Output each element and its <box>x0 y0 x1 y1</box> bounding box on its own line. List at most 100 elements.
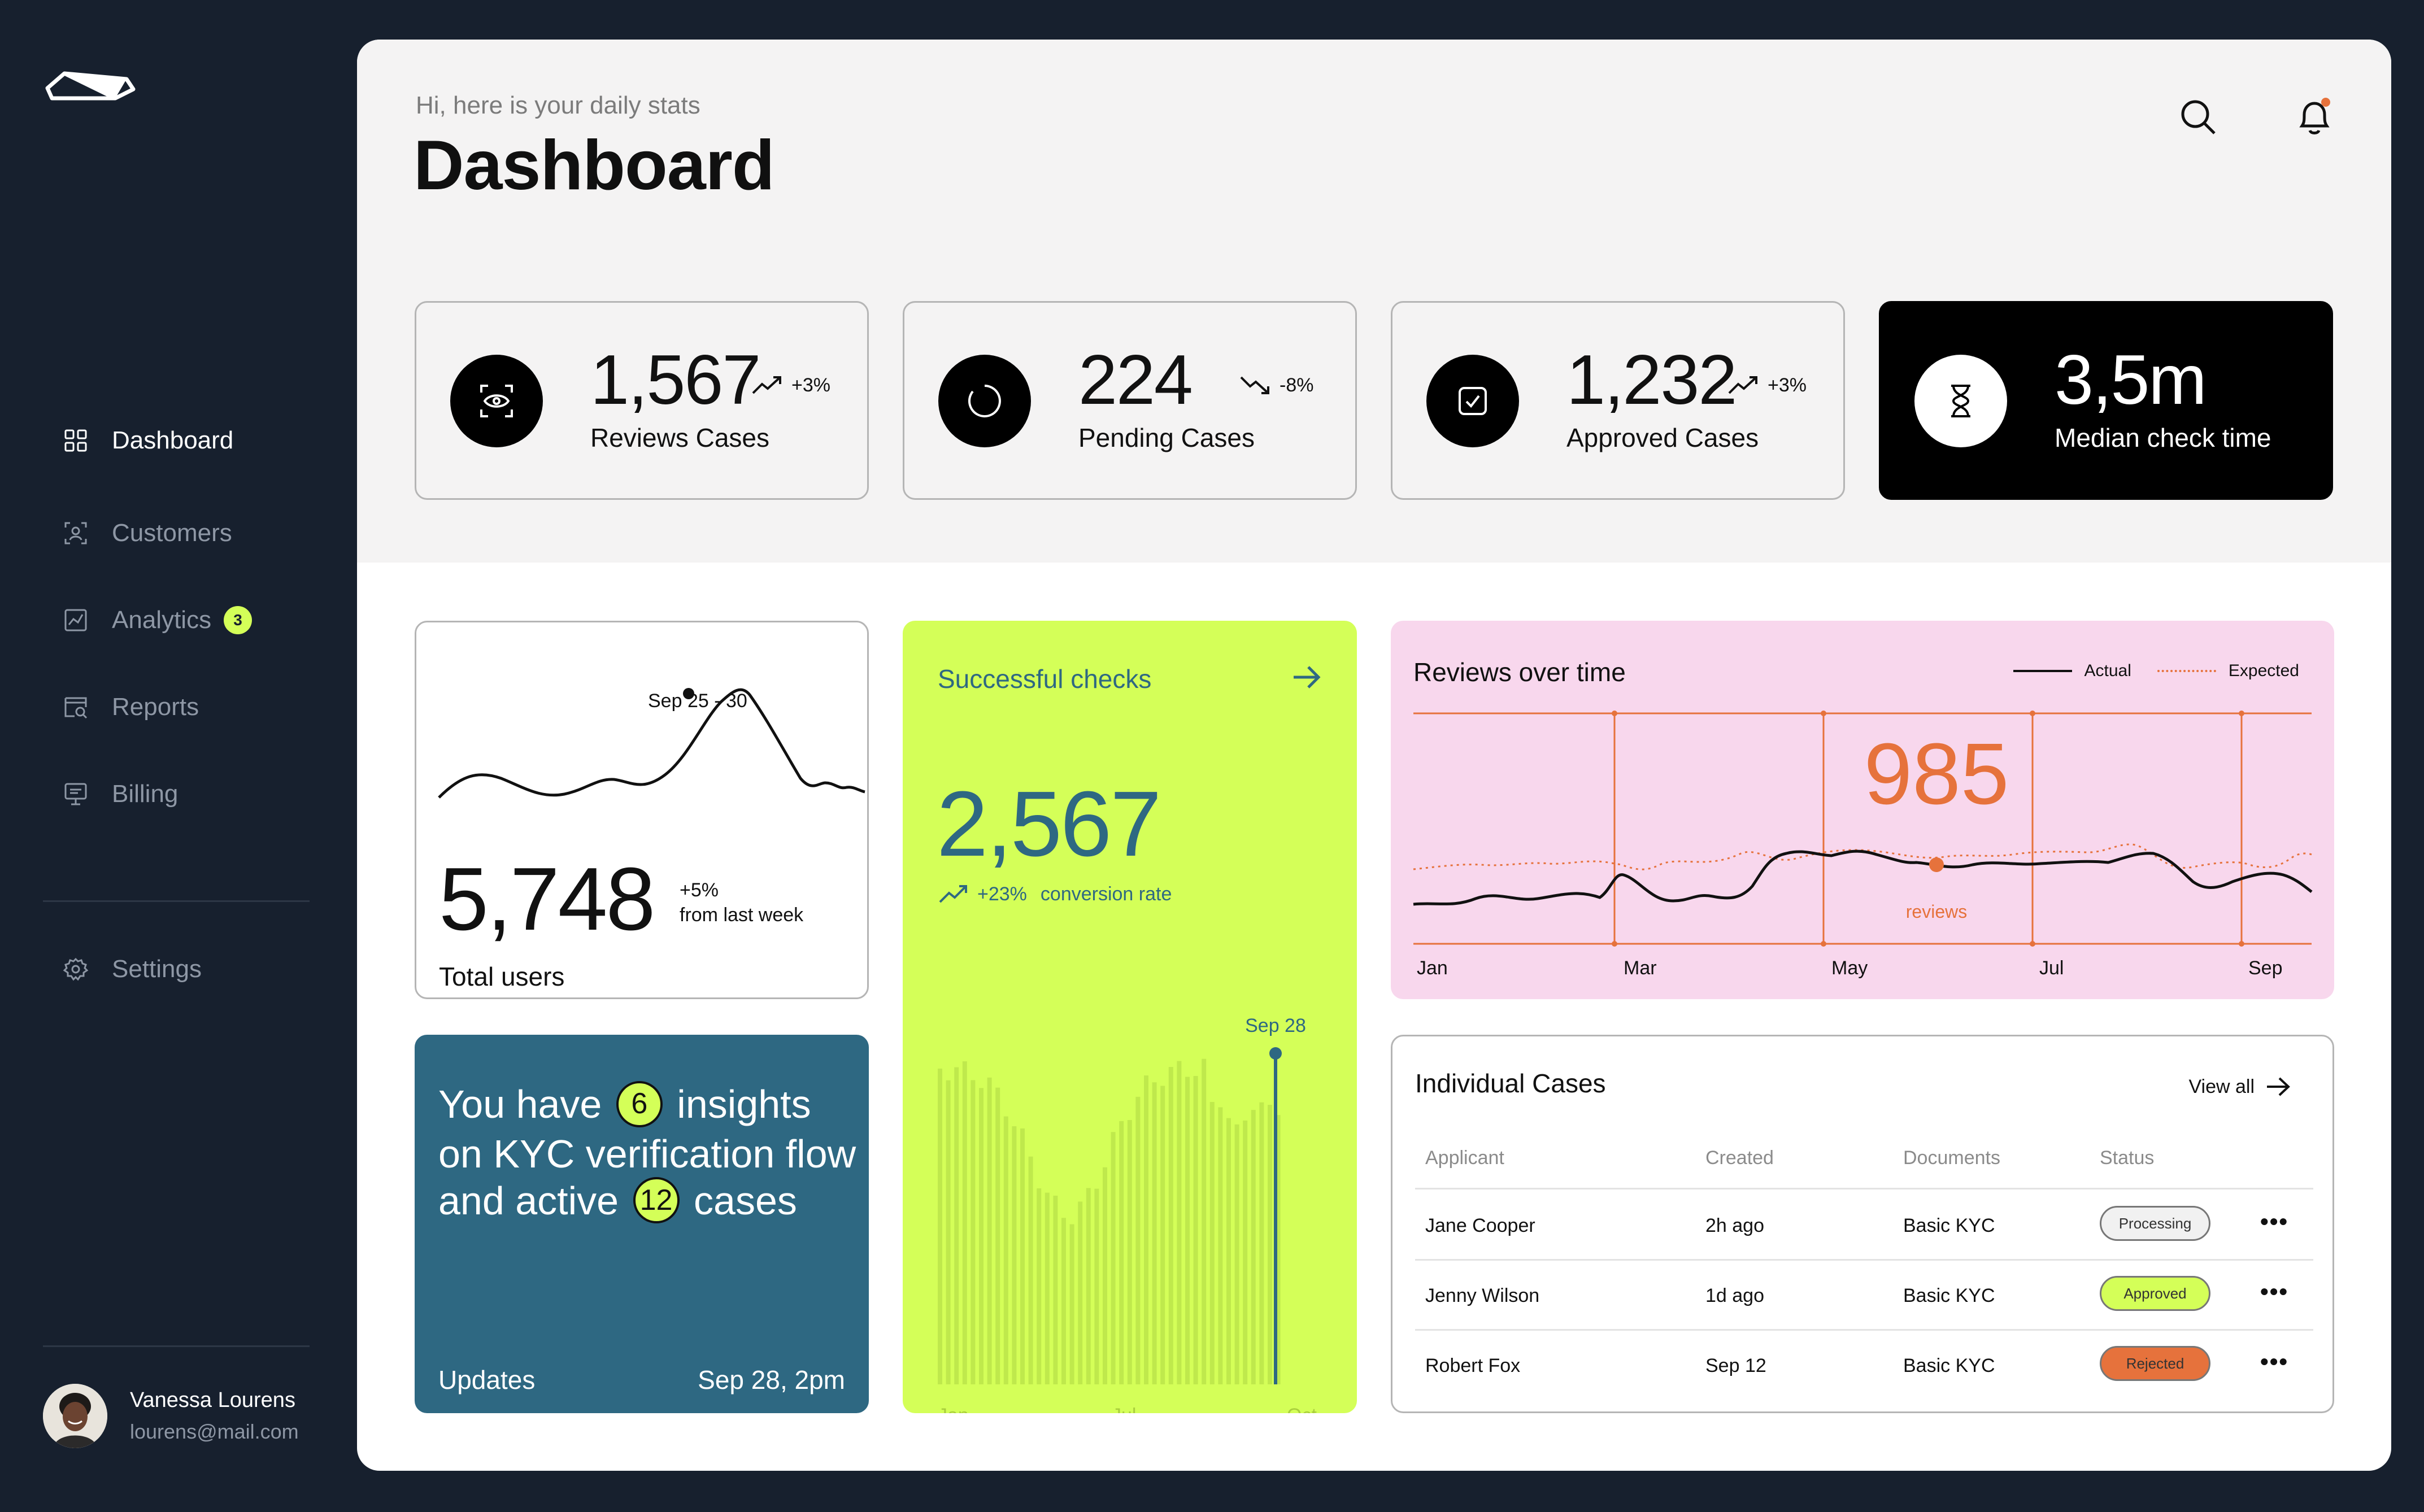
cell-created: 1d ago <box>1705 1285 1764 1306</box>
nav-billing[interactable]: Billing <box>62 772 178 817</box>
total-users-value: 5,748 <box>439 849 655 949</box>
background-bar <box>1078 1201 1083 1384</box>
stat-value: 3,5m <box>2055 341 2207 419</box>
cell-documents: Basic KYC <box>1903 1355 1995 1376</box>
row-menu-button[interactable]: ••• <box>2260 1348 2288 1375</box>
row-menu-button[interactable]: ••• <box>2260 1208 2288 1235</box>
search-icon <box>2181 100 2216 134</box>
background-bar <box>1160 1086 1165 1384</box>
axis-label: Jul <box>1112 1405 1136 1413</box>
background-bar <box>1152 1082 1157 1384</box>
nav-customers[interactable]: Customers <box>62 511 232 556</box>
nav-label: Reports <box>112 693 199 721</box>
cases-title: Individual Cases <box>1415 1069 1606 1098</box>
eye-scan-icon <box>450 355 543 447</box>
background-bar <box>1045 1192 1050 1384</box>
column-header-documents[interactable]: Documents <box>1903 1147 2000 1169</box>
total-users-card[interactable]: Sep 25 - 30 5,748 +5% from last week Tot… <box>415 621 869 999</box>
insight-footer-date: Sep 28, 2pm <box>698 1365 845 1395</box>
column-header-created[interactable]: Created <box>1705 1147 1774 1169</box>
stat-card-reviews[interactable]: 1,567 Reviews Cases +3% <box>415 301 869 500</box>
stat-card-approved[interactable]: 1,232 Approved Cases +3% <box>1391 301 1845 500</box>
analytics-badge: 3 <box>224 606 253 634</box>
nav-dashboard[interactable]: Dashboard <box>62 418 233 463</box>
checks-value: 2,567 <box>937 772 1161 875</box>
nav-analytics[interactable]: Analytics 3 <box>62 598 253 643</box>
users-change-note: from last week <box>680 904 804 926</box>
background-bar <box>938 1068 942 1384</box>
column-header-applicant[interactable]: Applicant <box>1425 1147 1504 1169</box>
column-header-status[interactable]: Status <box>2100 1147 2154 1169</box>
sparkline-tooltip: Sep 25 - 30 <box>648 690 747 712</box>
background-bar <box>1061 1218 1066 1384</box>
nav-label: Customers <box>112 519 232 547</box>
axis-label: Mar <box>1624 957 1657 979</box>
notifications-button[interactable] <box>2289 91 2340 142</box>
background-bar <box>1069 1224 1074 1384</box>
nav-label: Analytics <box>112 606 212 634</box>
avatar[interactable] <box>43 1384 107 1448</box>
stat-card-pending[interactable]: 224 Pending Cases -8% <box>903 301 1357 500</box>
stat-change-value: -8% <box>1280 374 1314 396</box>
grid-icon <box>64 429 87 452</box>
view-all-link[interactable]: View all <box>2188 1073 2292 1101</box>
background-bar <box>1259 1102 1264 1384</box>
user-name: Vanessa Lourens <box>130 1388 295 1412</box>
stat-value: 1,567 <box>590 341 761 419</box>
status-badge: Approved <box>2100 1276 2210 1311</box>
reviews-over-time-card[interactable]: Reviews over time Actual Expected 985 re… <box>1391 621 2334 999</box>
users-change: +5% from last week <box>680 878 803 927</box>
stat-value: 1,232 <box>1566 341 1737 419</box>
view-all-label: View all <box>2188 1075 2255 1097</box>
insight-count-badge: 6 <box>616 1080 663 1127</box>
axis-label: Jan <box>1417 957 1448 979</box>
gear-icon <box>63 957 89 981</box>
sidebar-divider <box>43 900 310 902</box>
background-bar <box>1094 1188 1099 1384</box>
row-menu-button[interactable]: ••• <box>2260 1278 2288 1305</box>
highlight-label: Sep 28 <box>1245 1015 1306 1036</box>
cell-applicant: Jenny Wilson <box>1425 1285 1540 1306</box>
insight-message: You have 6 insights on KYC verification … <box>438 1080 856 1227</box>
cell-applicant: Robert Fox <box>1425 1355 1521 1376</box>
report-search-icon <box>64 697 88 719</box>
axis-label: Sep <box>2248 957 2283 979</box>
loading-icon <box>938 355 1031 447</box>
background-bar <box>1218 1107 1223 1384</box>
page-title: Dashboard <box>414 127 775 204</box>
nav-label: Settings <box>112 955 202 983</box>
highlight-marker <box>1929 857 1944 872</box>
background-bar <box>1209 1102 1215 1384</box>
background-bar <box>1020 1128 1025 1384</box>
insights-card[interactable]: You have 6 insights on KYC verification … <box>415 1035 869 1413</box>
stat-card-median-time[interactable]: 3,5m Median check time <box>1879 301 2333 500</box>
checks-change-value: +23% <box>977 883 1027 905</box>
background-bar <box>1268 1105 1272 1384</box>
axis-label: Oct <box>1287 1405 1317 1413</box>
nav-reports[interactable]: Reports <box>62 685 199 730</box>
insight-footer-label: Updates <box>438 1365 536 1395</box>
successful-checks-card[interactable]: Successful checks 2,567 +23% conversion … <box>903 621 1357 1413</box>
nav-settings[interactable]: Settings <box>62 947 202 992</box>
reviews-line-chart: 985 reviews Jan Mar May Jul Sep <box>1413 711 2313 979</box>
brand-logo <box>45 71 136 101</box>
background-bar <box>1111 1132 1116 1384</box>
stat-change-value: +3% <box>1768 374 1807 396</box>
trend-down-icon <box>1240 376 1269 394</box>
user-email: lourens@mail.com <box>130 1420 299 1443</box>
stat-label: Pending Cases <box>1078 423 1255 452</box>
background-bar <box>962 1061 967 1384</box>
search-button[interactable] <box>2173 91 2223 142</box>
highlight-value: 985 <box>1864 725 2009 822</box>
main-panel: Hi, here is your daily stats Dashboard 1… <box>357 40 2391 1471</box>
checks-change-note: conversion rate <box>1040 883 1172 905</box>
highlight-label: reviews <box>1906 901 1967 922</box>
background-bar <box>1053 1195 1058 1384</box>
background-bar <box>1028 1156 1033 1384</box>
arrow-right-icon[interactable] <box>1288 659 1324 695</box>
checks-bar-chart: Sep 28 Jan Jul Oct <box>938 1015 1317 1413</box>
background-bar <box>1193 1076 1198 1384</box>
stat-change: +3% <box>751 374 830 396</box>
cases-count-badge: 12 <box>633 1177 680 1224</box>
cell-documents: Basic KYC <box>1903 1215 1995 1236</box>
